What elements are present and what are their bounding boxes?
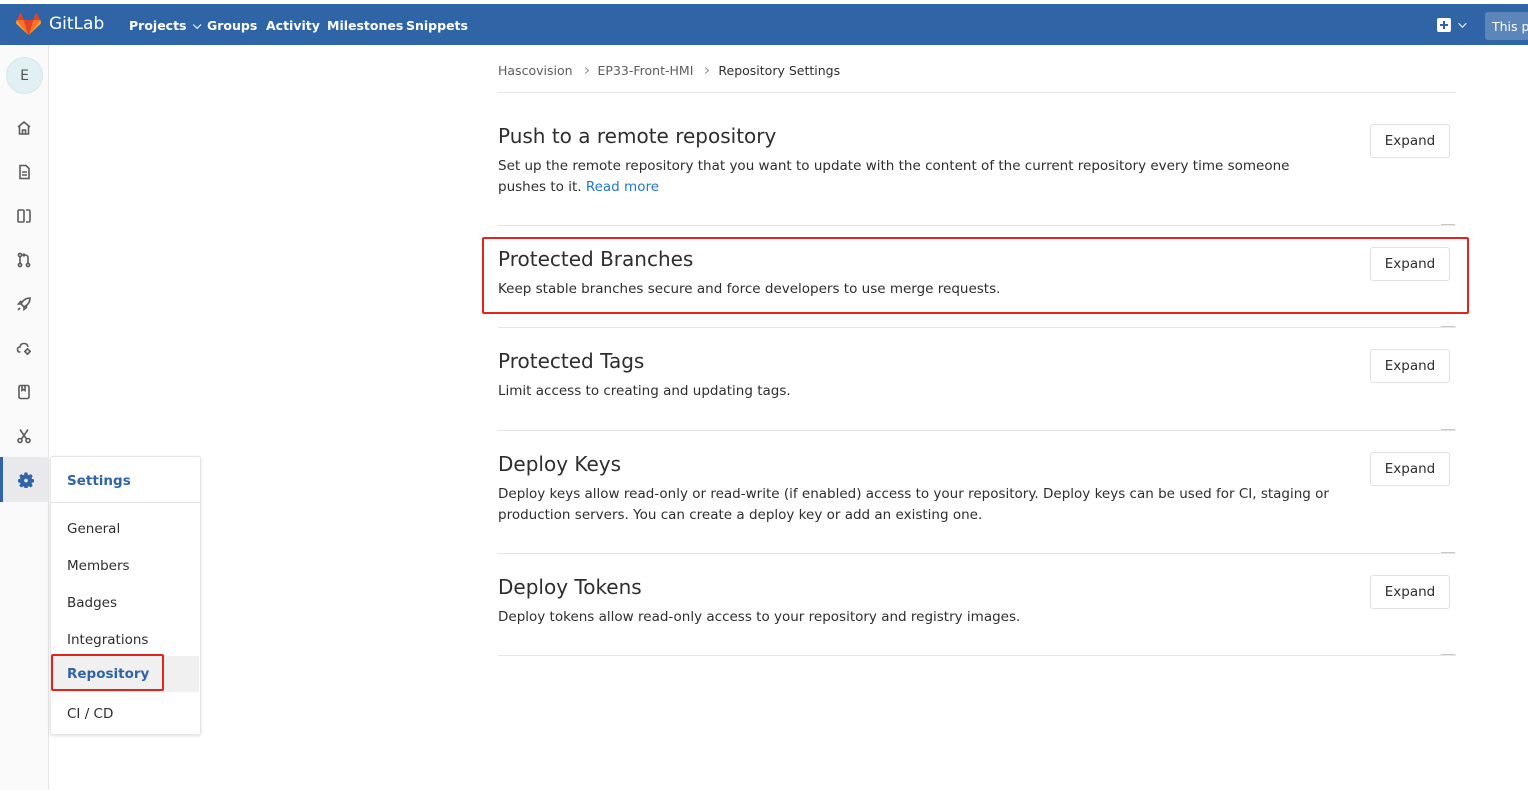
highlight-box-protected-branches bbox=[482, 237, 1469, 314]
section-deploy-tokens: Deploy Tokens Deploy tokens allow read-o… bbox=[498, 575, 1456, 628]
section-divider bbox=[498, 225, 1456, 226]
chevron-down-icon bbox=[192, 20, 201, 30]
nav-activity[interactable]: Activity bbox=[266, 18, 320, 33]
flyout-title[interactable]: Settings bbox=[67, 473, 131, 489]
flyout-item-ci-cd[interactable]: CI / CD bbox=[51, 697, 199, 733]
top-navbar: GitLab Projects Groups Activity Mileston… bbox=[0, 4, 1528, 45]
breadcrumb-project[interactable]: EP33-Front-HMI bbox=[598, 63, 694, 78]
new-dropdown-button[interactable] bbox=[1437, 15, 1467, 35]
section-description: Limit access to creating and updating ta… bbox=[498, 383, 791, 399]
home-icon[interactable] bbox=[14, 118, 33, 137]
nav-groups[interactable]: Groups bbox=[207, 18, 257, 33]
sidebar-item-settings[interactable] bbox=[0, 457, 49, 502]
section-description: Deploy tokens allow read-only access to … bbox=[498, 609, 1021, 625]
nav-projects[interactable]: Projects bbox=[129, 18, 201, 33]
section-title: Deploy Tokens bbox=[498, 575, 642, 599]
chevron-right-icon bbox=[581, 66, 589, 75]
plus-square-icon bbox=[1437, 18, 1451, 32]
operations-icon[interactable] bbox=[14, 338, 33, 357]
merge-request-icon[interactable] bbox=[14, 250, 33, 269]
section-description: Deploy keys allow read-only or read-writ… bbox=[498, 486, 1329, 523]
rocket-icon[interactable] bbox=[14, 294, 33, 313]
read-more-link[interactable]: Read more bbox=[586, 179, 659, 195]
section-title: Deploy Keys bbox=[498, 452, 622, 476]
wiki-icon[interactable] bbox=[14, 382, 33, 401]
expand-button[interactable]: Expand bbox=[1370, 349, 1450, 383]
settings-icon bbox=[16, 470, 35, 489]
chevron-right-icon bbox=[702, 66, 710, 75]
chevron-down-icon bbox=[1458, 19, 1467, 28]
expand-button[interactable]: Expand bbox=[1370, 575, 1450, 609]
section-deploy-keys: Deploy Keys Deploy keys allow read-only … bbox=[498, 452, 1456, 526]
section-protected-tags: Protected Tags Limit access to creating … bbox=[498, 349, 1456, 402]
divider-tick bbox=[1441, 326, 1455, 327]
divider-tick bbox=[1441, 429, 1455, 430]
flyout-item-members[interactable]: Members bbox=[51, 549, 199, 585]
breadcrumb: Hascovision EP33-Front-HMI Repository Se… bbox=[498, 63, 840, 78]
expand-button[interactable]: Expand bbox=[1370, 452, 1450, 486]
search-input[interactable]: This pr bbox=[1485, 12, 1528, 40]
section-divider bbox=[498, 655, 1456, 656]
breadcrumb-current[interactable]: Repository Settings bbox=[718, 63, 840, 78]
highlight-box-repository bbox=[51, 654, 164, 691]
issues-icon[interactable] bbox=[14, 162, 33, 181]
project-sidebar: E bbox=[0, 45, 49, 790]
boards-icon[interactable] bbox=[14, 206, 33, 225]
section-divider bbox=[498, 327, 1456, 328]
flyout-item-badges[interactable]: Badges bbox=[51, 586, 199, 622]
breadcrumb-group[interactable]: Hascovision bbox=[498, 63, 573, 78]
divider-tick bbox=[1441, 552, 1455, 553]
flyout-item-general[interactable]: General bbox=[51, 512, 199, 548]
section-divider bbox=[498, 430, 1456, 431]
nav-snippets[interactable]: Snippets bbox=[406, 18, 468, 33]
settings-flyout-menu: Settings General Members Badges Integrat… bbox=[50, 456, 201, 735]
breadcrumb-divider bbox=[498, 92, 1456, 93]
snippets-icon[interactable] bbox=[14, 426, 33, 445]
flyout-divider bbox=[51, 502, 201, 503]
section-push-remote: Push to a remote repository Set up the r… bbox=[498, 124, 1456, 198]
project-avatar[interactable]: E bbox=[6, 57, 43, 94]
nav-milestones[interactable]: Milestones bbox=[327, 18, 403, 33]
divider-tick bbox=[1441, 654, 1455, 655]
section-title: Protected Tags bbox=[498, 349, 645, 373]
gitlab-logo-icon[interactable] bbox=[16, 12, 41, 36]
nav-projects-label: Projects bbox=[129, 18, 187, 33]
section-title: Push to a remote repository bbox=[498, 124, 777, 148]
divider-tick bbox=[1441, 224, 1455, 225]
section-divider bbox=[498, 553, 1456, 554]
expand-button[interactable]: Expand bbox=[1370, 124, 1450, 158]
brand-name[interactable]: GitLab bbox=[49, 14, 104, 34]
section-description: Set up the remote repository that you wa… bbox=[498, 156, 1338, 198]
